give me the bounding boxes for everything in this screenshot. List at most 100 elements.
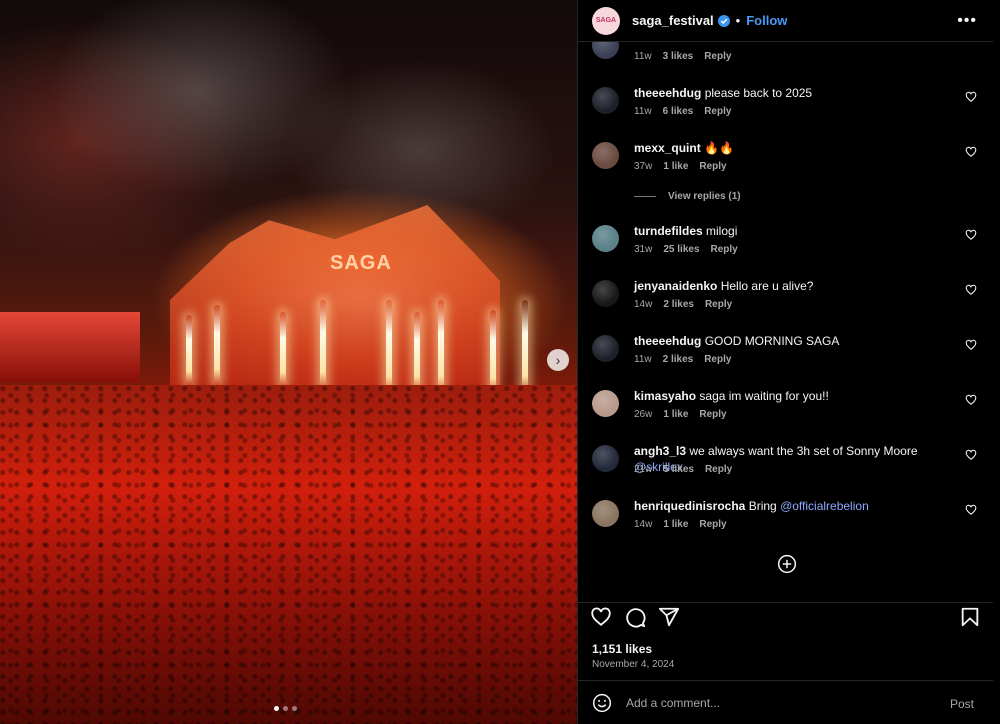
avatar-text: SAGA [595, 17, 617, 24]
comment-like-heart-icon[interactable] [965, 449, 977, 461]
reply-button[interactable]: Reply [699, 409, 726, 420]
comment-body: henriquedinisrocha Bring @officialrebeli… [634, 498, 964, 514]
comment-time: 11w [634, 51, 652, 62]
comment-text: 🔥🔥 [704, 141, 734, 155]
reply-button[interactable]: Reply [705, 299, 732, 310]
avatar[interactable] [592, 390, 619, 417]
load-more-comments-icon[interactable] [777, 554, 797, 574]
pyro-spark [490, 310, 496, 395]
comment-like-heart-icon[interactable] [965, 284, 977, 296]
carousel-dots [274, 706, 297, 711]
comment-username[interactable]: kimasyaho [634, 389, 696, 403]
comment-like-count[interactable]: 5 likes [663, 464, 694, 475]
next-slide-button[interactable]: › [547, 349, 569, 371]
comment-like-count[interactable]: 2 likes [663, 299, 694, 310]
comment-username[interactable]: henriquedinisrocha [634, 499, 745, 513]
comment-body: turndefildes milogi [634, 223, 964, 239]
save-bookmark-icon[interactable] [959, 606, 981, 628]
carousel-dot[interactable] [274, 706, 279, 711]
avatar[interactable] [592, 445, 619, 472]
comment-like-count[interactable]: 3 likes [663, 51, 694, 62]
view-replies-button[interactable]: View replies (1) [634, 191, 741, 202]
avatar[interactable] [592, 280, 619, 307]
chevron-right-icon: › [555, 352, 561, 368]
avatar[interactable] [592, 42, 619, 59]
comment-like-heart-icon[interactable] [965, 339, 977, 351]
comment-item: 11w 3 likes Reply [592, 42, 977, 74]
post-date: November 4, 2024 [592, 659, 675, 670]
comment-meta: 26w 1 like Reply [634, 409, 738, 420]
comment-username[interactable]: angh3_l3 [634, 444, 686, 458]
reply-button[interactable]: Reply [705, 464, 732, 475]
reply-button[interactable]: Reply [699, 161, 726, 172]
comment-like-heart-icon[interactable] [965, 91, 977, 103]
comment-like-heart-icon[interactable] [965, 394, 977, 406]
reply-button[interactable]: Reply [704, 106, 731, 117]
comment-like-count[interactable]: 25 likes [663, 244, 699, 255]
pyro-spark [414, 312, 420, 392]
comment-like-count[interactable]: 1 like [663, 519, 688, 530]
emoji-icon[interactable] [592, 693, 612, 713]
like-heart-icon[interactable] [590, 606, 612, 628]
avatar[interactable] [592, 335, 619, 362]
comment-item: theeeehdug please back to 2025 11w 6 likes… [592, 85, 977, 129]
comment-like-heart-icon[interactable] [965, 146, 977, 158]
reply-button[interactable]: Reply [704, 51, 731, 62]
divider [634, 196, 656, 197]
separator-dot: • [735, 13, 741, 28]
comment-username[interactable]: mexx_quint [634, 141, 701, 155]
reply-button[interactable]: Reply [704, 354, 731, 365]
comment-like-heart-icon[interactable] [965, 229, 977, 241]
comment-text: saga im waiting for you!! [699, 389, 829, 403]
pyro-spark [280, 312, 286, 387]
comment-username[interactable]: theeeehdug [634, 86, 701, 100]
comment-meta: 21w 5 likes Reply [634, 464, 743, 475]
comment-body: mexx_quint 🔥🔥 [634, 140, 964, 156]
comment-item: kimasyaho saga im waiting for you!! 26w 1 … [592, 388, 977, 432]
comment-time: 11w [634, 106, 652, 117]
post-photo[interactable]: SAGA › [0, 0, 577, 724]
comment-meta: 14w 2 likes Reply [634, 299, 743, 310]
comment-like-count[interactable]: 1 like [663, 409, 688, 420]
comment-like-count[interactable]: 1 like [663, 161, 688, 172]
comment-meta: 11w 6 likes Reply [634, 106, 742, 117]
post-username[interactable]: saga_festival [632, 13, 714, 28]
avatar[interactable] [592, 87, 619, 114]
comment-item: jenyanaidenko Hello are u alive? 14w 2 lik… [592, 278, 977, 322]
comment-time: 21w [634, 464, 653, 475]
pyro-spark [386, 300, 392, 395]
crowd-shade [0, 385, 577, 724]
share-send-icon[interactable] [658, 606, 680, 628]
comment-like-count[interactable]: 2 likes [663, 354, 694, 365]
follow-button[interactable]: Follow [746, 13, 787, 28]
more-options-icon[interactable]: ••• [957, 12, 977, 30]
comment-time: 37w [634, 161, 653, 172]
reply-button[interactable]: Reply [699, 519, 726, 530]
avatar[interactable] [592, 225, 619, 252]
comment-bubble-icon[interactable] [624, 606, 646, 628]
comment-time: 11w [634, 354, 652, 365]
comment-username[interactable]: turndefildes [634, 224, 703, 238]
pyro-spark [522, 300, 528, 395]
like-count[interactable]: 1,151 likes [592, 642, 652, 656]
avatar[interactable] [592, 500, 619, 527]
comment-username[interactable]: theeeehdug [634, 334, 701, 348]
comment-like-count[interactable]: 6 likes [663, 106, 694, 117]
post-comment-button[interactable]: Post [950, 697, 974, 711]
comment-body: theeeehdug GOOD MORNING SAGA [634, 333, 964, 349]
comment-text: please back to 2025 [704, 86, 813, 100]
avatar[interactable]: SAGA [592, 6, 620, 35]
carousel-dot[interactable] [283, 706, 288, 711]
comment-username[interactable]: jenyanaidenko [634, 279, 717, 293]
comment-like-heart-icon[interactable] [965, 504, 977, 516]
comment-meta: 14w 1 like Reply [634, 519, 738, 530]
comment-list[interactable]: 11w 3 likes Reply theeeehdug please back to… [578, 42, 993, 602]
comment-item: henriquedinisrocha Bring @officialrebeli… [592, 498, 977, 542]
comment-item: theeeehdug GOOD MORNING SAGA 11w 2 likes Re… [592, 333, 977, 377]
comment-text: milogi [706, 224, 738, 238]
reply-button[interactable]: Reply [711, 244, 738, 255]
comment-input[interactable] [626, 695, 936, 710]
comment-mention-link[interactable]: @officialrebelion [780, 499, 869, 513]
carousel-dot[interactable] [292, 706, 297, 711]
avatar[interactable] [592, 142, 619, 169]
